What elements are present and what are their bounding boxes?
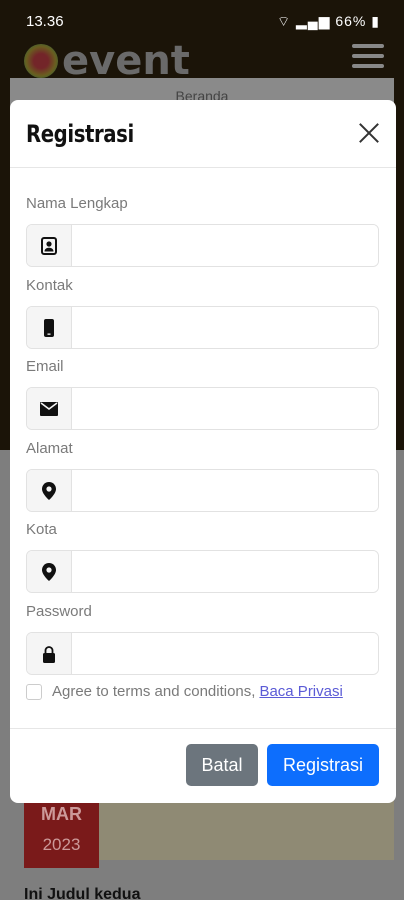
nama-lengkap-field-group: [26, 224, 379, 267]
status-time: 13.36: [26, 13, 64, 30]
terms-row: Agree to terms and conditions, Baca Priv…: [26, 683, 343, 700]
field-label-kontak: Kontak: [26, 277, 73, 294]
post-title[interactable]: Ini Judul kedua: [24, 886, 140, 900]
field-label-password: Password: [26, 603, 92, 620]
battery-level: 66%: [335, 13, 367, 29]
date-badge: MAR 2023: [24, 800, 99, 868]
signal-icon: ▂▄▆: [296, 13, 331, 29]
email-input[interactable]: [72, 388, 378, 429]
close-button[interactable]: [358, 122, 380, 144]
privacy-link[interactable]: Baca Privasi: [259, 683, 342, 700]
logo-flower-icon: [24, 44, 58, 78]
wifi-icon: ⌔: [276, 13, 292, 29]
battery-icon: ▮: [371, 13, 380, 29]
status-icons: ⌔ ▂▄▆ 66% ▮: [277, 13, 380, 31]
location-pin-icon: [27, 551, 72, 592]
register-button[interactable]: Registrasi: [267, 744, 379, 786]
kota-field-group: [26, 550, 379, 593]
alamat-input[interactable]: [72, 470, 378, 511]
field-label-email: Email: [26, 358, 64, 375]
alamat-field-group: [26, 469, 379, 512]
envelope-icon: [27, 388, 72, 429]
status-bar: 13.36 ⌔ ▂▄▆ 66% ▮: [0, 0, 404, 40]
mobile-phone-icon: [27, 307, 72, 348]
terms-checkbox[interactable]: [26, 683, 42, 700]
date-badge-year: 2023: [42, 835, 81, 854]
registration-modal: Registrasi Nama Lengkap Kontak Email Ala…: [10, 100, 396, 803]
date-badge-month: MAR: [41, 804, 82, 824]
field-label-nama-lengkap: Nama Lengkap: [26, 195, 128, 212]
kontak-input[interactable]: [72, 307, 378, 348]
hamburger-menu-icon[interactable]: [352, 44, 384, 74]
terms-text: Agree to terms and conditions,: [52, 683, 256, 700]
lock-icon: [27, 633, 72, 674]
modal-header: Registrasi: [10, 100, 396, 168]
password-input[interactable]: [72, 633, 378, 674]
email-field-group: [26, 387, 379, 430]
contact-card-icon: [27, 225, 72, 266]
field-label-alamat: Alamat: [26, 440, 73, 457]
kontak-field-group: [26, 306, 379, 349]
nama-lengkap-input[interactable]: [72, 225, 378, 266]
location-pin-icon: [27, 470, 72, 511]
cancel-button[interactable]: Batal: [186, 744, 258, 786]
kota-input[interactable]: [72, 551, 378, 592]
modal-footer: Batal Registrasi: [10, 728, 396, 803]
field-label-kota: Kota: [26, 521, 57, 538]
password-field-group: [26, 632, 379, 675]
modal-title: Registrasi: [26, 120, 134, 148]
